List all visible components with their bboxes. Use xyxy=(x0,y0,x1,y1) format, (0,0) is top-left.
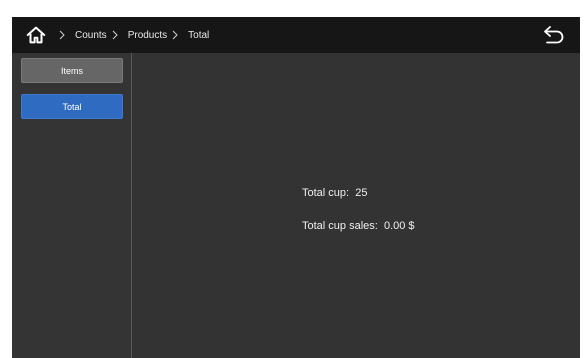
undo-arrow-icon[interactable] xyxy=(542,24,566,46)
total-cup-sales-label: Total cup sales: xyxy=(302,220,378,232)
chevron-right-icon xyxy=(59,30,65,40)
breadcrumb-counts[interactable]: Counts xyxy=(75,30,107,41)
top-bar: Counts Products Total xyxy=(12,17,580,53)
home-icon[interactable] xyxy=(25,24,47,46)
sidebar-item-total[interactable]: Total xyxy=(21,94,123,119)
app-screen: Counts Products Total Items Total Total … xyxy=(12,17,580,358)
chevron-right-icon xyxy=(112,30,118,40)
total-cup-stat: Total cup: 25 xyxy=(302,187,367,199)
chevron-right-icon xyxy=(172,30,178,40)
total-cup-sales-value: 0.00 $ xyxy=(383,220,415,232)
sidebar-item-items[interactable]: Items xyxy=(21,58,123,83)
breadcrumb-products[interactable]: Products xyxy=(128,30,167,41)
total-cup-sales-stat: Total cup sales: 0.00 $ xyxy=(302,220,415,232)
main-content: Total cup: 25 Total cup sales: 0.00 $ xyxy=(132,53,580,358)
total-cup-label: Total cup: xyxy=(302,187,350,199)
sidebar: Items Total xyxy=(12,53,132,358)
breadcrumb: Counts Products Total xyxy=(54,17,209,53)
breadcrumb-total: Total xyxy=(188,29,210,41)
total-cup-value: 25 xyxy=(355,187,368,199)
